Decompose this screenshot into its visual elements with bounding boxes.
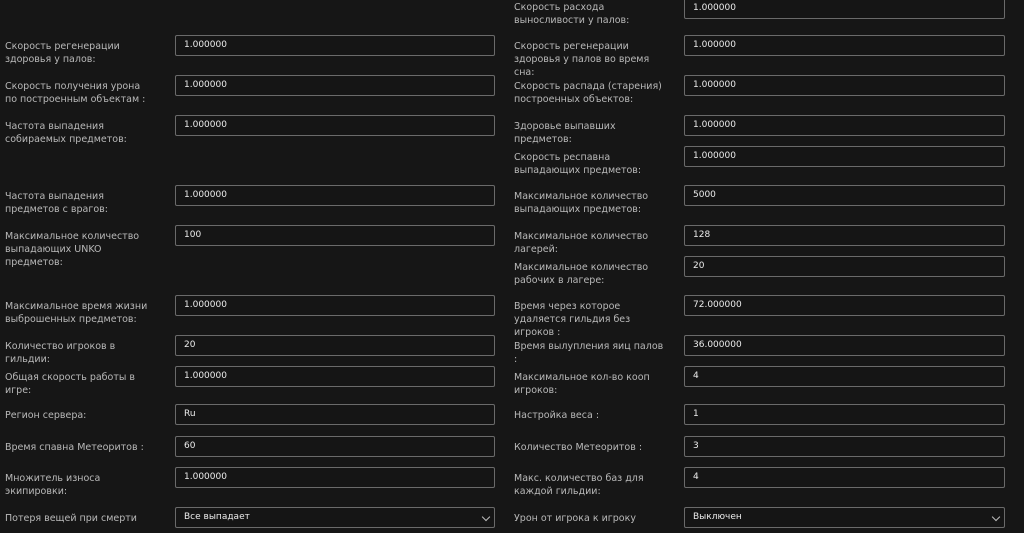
pvp-damage-select[interactable]: Выключен <box>684 507 1005 528</box>
pal-stamina-rate-input[interactable]: 1.000000 <box>684 0 1005 19</box>
pal-sleep-regen-label: Скорость регенерации здоровья у палов во… <box>514 41 650 78</box>
structure-decay-label: Скорость распада (старения) построенных … <box>514 81 662 105</box>
collectible-drop-rate-label: Частота выпадения собираемых предметов: <box>5 121 127 145</box>
structure-damage-input[interactable]: 1.000000 <box>175 75 495 96</box>
work-speed-label: Общая скорость работы в игре: <box>5 372 136 396</box>
pal-sleep-regen-input[interactable]: 1.000000 <box>684 35 1005 56</box>
chevron-down-icon <box>481 512 491 522</box>
equipment-wear-label: Множитель износа экипировки: <box>5 473 101 497</box>
max-guild-bases-input[interactable]: 4 <box>684 467 1005 488</box>
meteorite-spawn-time-label: Время спавна Метеоритов : <box>5 442 144 453</box>
guild-players-input[interactable]: 20 <box>175 335 495 356</box>
work-speed-input[interactable]: 1.000000 <box>175 366 495 387</box>
collectible-drop-rate-input[interactable]: 1.000000 <box>175 115 495 136</box>
weight-setting-label: Настройка веса : <box>514 410 600 421</box>
meteorite-spawn-time-input[interactable]: 60 <box>175 436 495 457</box>
pal-health-regen-input[interactable]: 1.000000 <box>175 35 495 56</box>
dropped-item-health-label: Здоровье выпавших предметов: <box>514 121 616 145</box>
structure-damage-label: Скорость получения урона по построенным … <box>5 81 146 105</box>
max-guild-bases-label: Макс. количество баз для каждой гильдии: <box>514 473 644 497</box>
enemy-drop-rate-input[interactable]: 1.000000 <box>175 185 495 206</box>
max-dropped-items-label: Максимальное количество выпадающих предм… <box>514 191 649 215</box>
max-unko-drops-label: Максимальное количество выпадающих UNKO … <box>5 231 140 268</box>
dropped-item-lifetime-input[interactable]: 1.000000 <box>175 295 495 316</box>
guild-players-label: Количество игроков в гильдии: <box>5 341 116 365</box>
item-respawn-rate-label: Скорость респавна выпадающих предметов: <box>514 152 642 176</box>
max-coop-players-label: Максимальное кол-во кооп игроков: <box>514 372 650 396</box>
server-region-input[interactable]: Ru <box>175 404 495 425</box>
empty-guild-removal-input[interactable]: 72.000000 <box>684 295 1005 316</box>
chevron-down-icon <box>991 512 1001 522</box>
server-region-label: Регион сервера: <box>5 410 87 421</box>
max-camps-label: Максимальное количество лагерей: <box>514 231 649 255</box>
structure-decay-input[interactable]: 1.000000 <box>684 75 1005 96</box>
dropped-item-lifetime-label: Максимальное время жизни выброшенных пре… <box>5 301 148 325</box>
pvp-damage-value: Выключен <box>693 512 742 522</box>
weight-setting-input[interactable]: 1 <box>684 404 1005 425</box>
meteorite-count-input[interactable]: 3 <box>684 436 1005 457</box>
max-coop-players-input[interactable]: 4 <box>684 366 1005 387</box>
pal-stamina-rate-label: Скорость расхода выносливости у палов: <box>514 2 630 26</box>
meteorite-count-label: Количество Метеоритов : <box>514 442 643 453</box>
dropped-item-health-input[interactable]: 1.000000 <box>684 115 1005 136</box>
max-unko-drops-input[interactable]: 100 <box>175 225 495 246</box>
egg-hatch-time-label: Время вылупления яиц палов : <box>514 341 664 365</box>
max-dropped-items-input[interactable]: 5000 <box>684 185 1005 206</box>
death-penalty-value: Все выпадает <box>184 512 250 522</box>
max-camp-workers-input[interactable]: 20 <box>684 256 1005 277</box>
item-respawn-rate-input[interactable]: 1.000000 <box>684 146 1005 167</box>
egg-hatch-time-input[interactable]: 36.000000 <box>684 335 1005 356</box>
pvp-damage-label: Урон от игрока к игроку <box>514 513 636 524</box>
death-penalty-label: Потеря вещей при смерти <box>5 513 137 524</box>
max-camp-workers-label: Максимальное количество рабочих в лагере… <box>514 262 649 286</box>
equipment-wear-input[interactable]: 1.000000 <box>175 467 495 488</box>
enemy-drop-rate-label: Частота выпадения предметов с врагов: <box>5 191 108 215</box>
pal-health-regen-label: Скорость регенерации здоровья у палов: <box>5 41 120 65</box>
death-penalty-select[interactable]: Все выпадает <box>175 507 495 528</box>
max-camps-input[interactable]: 128 <box>684 225 1005 246</box>
empty-guild-removal-label: Время через которое удаляется гильдия бе… <box>514 301 631 338</box>
